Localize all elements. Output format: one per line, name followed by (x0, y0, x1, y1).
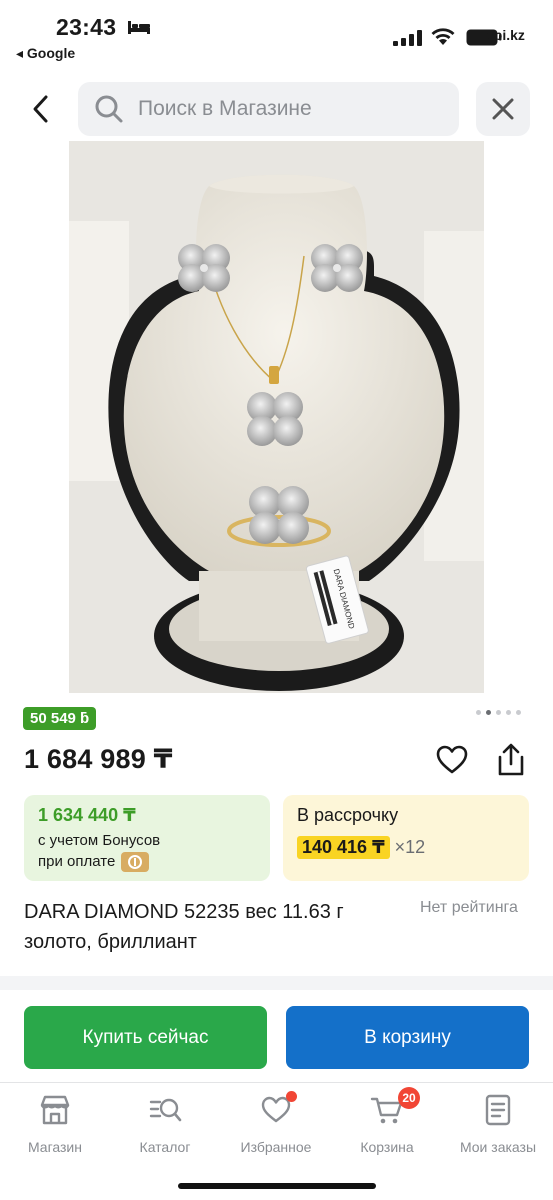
pagination-dot[interactable] (476, 710, 481, 715)
pagination-dot[interactable] (496, 710, 501, 715)
favorites-indicator-dot (286, 1091, 297, 1102)
search-input[interactable]: Поиск в Магазине (78, 82, 459, 136)
shop-icon (40, 1095, 70, 1125)
orders-icon (485, 1094, 511, 1126)
add-to-cart-button[interactable]: В корзину (286, 1006, 529, 1069)
product-photo[interactable]: DARA DIAMOND (69, 141, 484, 693)
heart-icon (436, 745, 468, 774)
pagination-dot[interactable] (516, 710, 521, 715)
back-to-google-link[interactable]: ◂ Google (16, 45, 75, 62)
close-button[interactable] (476, 82, 530, 136)
site-url-fragment: spi.kz (486, 27, 525, 43)
pagination-dot[interactable] (506, 710, 511, 715)
product-price: 1 684 989 ₸ (24, 744, 173, 774)
installment-months: ×12 (394, 837, 426, 857)
nav-item-shop[interactable]: Магазин (0, 1093, 110, 1155)
nav-label-catalog: Каталог (139, 1139, 191, 1155)
bonus-points-badge: 50 549 ƃ (23, 707, 97, 730)
back-button[interactable] (20, 90, 62, 128)
wifi-icon (431, 28, 455, 45)
nav-item-catalog[interactable]: Каталог (110, 1093, 220, 1155)
installment-monthly-amount: 140 416 ₸ (297, 836, 390, 859)
home-indicator[interactable] (178, 1183, 376, 1189)
bonus-line-2: при оплате (38, 853, 116, 870)
nav-item-favorites[interactable]: Избранное (221, 1091, 331, 1155)
status-bar: 23:43 ◂ Google spi.kz (0, 0, 553, 70)
installment-card[interactable]: В рассрочку 140 416 ₸ ×12 (283, 795, 529, 881)
photo-pagination[interactable] (476, 710, 521, 715)
bonus-line-1: с учетом Бонусов (38, 832, 161, 849)
close-icon (492, 98, 514, 120)
nav-item-cart[interactable]: 20 Корзина (332, 1087, 442, 1155)
jewelry-display-illustration: DARA DIAMOND (69, 141, 484, 693)
installment-row: 140 416 ₸ ×12 (297, 836, 515, 859)
bonus-line-2-wrap: при оплате (38, 851, 256, 873)
bonus-price-caption: с учетом Бонусов при оплате (38, 830, 256, 873)
search-icon (95, 95, 123, 123)
rating-status[interactable]: Нет рейтинга (420, 899, 518, 917)
bonus-price-card[interactable]: 1 634 440 ₸ с учетом Бонусов при оплате (24, 795, 270, 881)
product-page: 23:43 ◂ Google spi.kz Поиск в Магазине D… (0, 0, 553, 1200)
search-placeholder: Поиск в Магазине (138, 97, 312, 120)
chevron-left-icon (33, 95, 48, 123)
share-icon (498, 743, 524, 776)
share-button[interactable] (494, 742, 528, 778)
cart-count-badge: 20 (398, 1087, 420, 1109)
nav-label-shop: Магазин (27, 1139, 82, 1155)
section-divider (0, 976, 553, 990)
product-title: DARA DIAMOND 52235 вес 11.63 г золото, б… (24, 901, 344, 953)
kaspi-card-icon (121, 852, 150, 873)
bonus-price-value: 1 634 440 ₸ (38, 805, 136, 825)
installment-title: В рассрочку (297, 805, 399, 825)
buy-now-button[interactable]: Купить сейчас (24, 1006, 267, 1069)
status-time: 23:43 (56, 14, 117, 40)
catalog-search-icon (149, 1098, 182, 1122)
nav-label-orders: Мои заказы (459, 1139, 537, 1155)
signal-icon (393, 30, 422, 46)
nav-label-cart: Корзина (360, 1139, 414, 1155)
pagination-dot-active[interactable] (486, 710, 491, 715)
add-to-favorites-button[interactable] (435, 743, 469, 777)
nav-label-favorites: Избранное (240, 1139, 312, 1155)
sleep-focus-icon (128, 21, 150, 34)
top-bar: Поиск в Магазине (0, 80, 553, 138)
nav-item-orders[interactable]: Мои заказы (443, 1093, 553, 1155)
